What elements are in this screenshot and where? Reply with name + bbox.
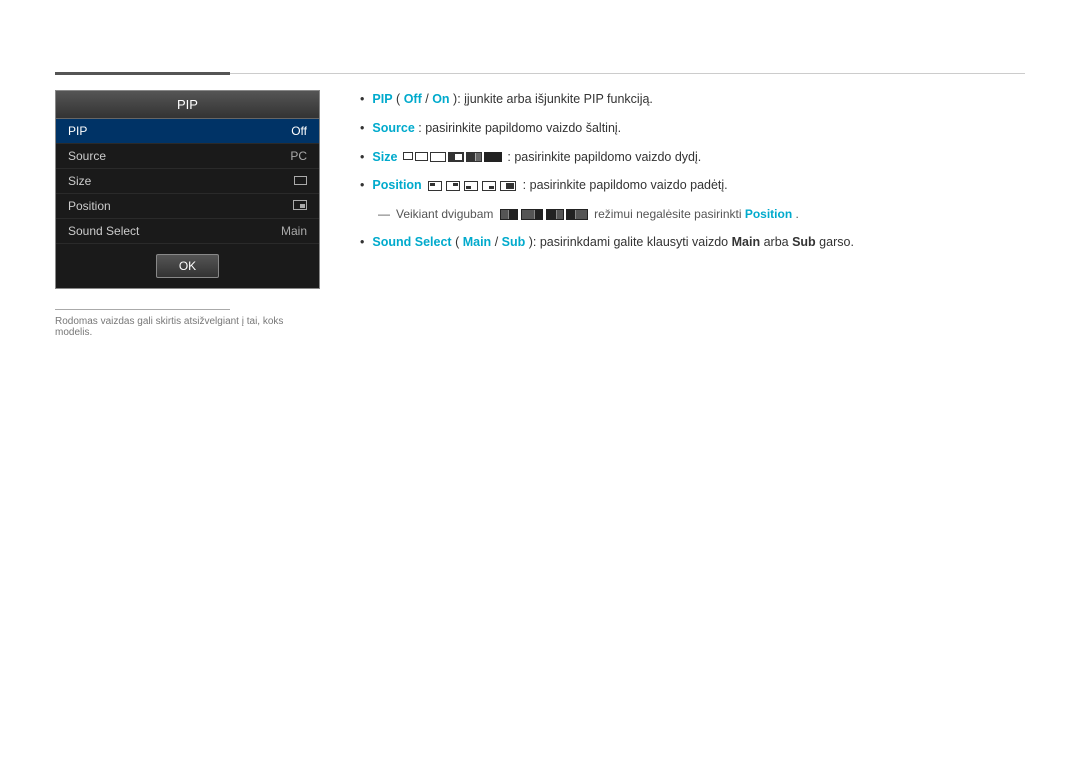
footnote-divider [55, 309, 230, 310]
list-item-sound-select: Sound Select ( Main / Sub ): pasirinkdam… [360, 233, 1025, 252]
ok-button[interactable]: OK [156, 254, 219, 278]
bullet-1-content: PIP ( Off / On ): įjunkite arba išjunkit… [372, 90, 653, 109]
menu-item-sound-select-label: Sound Select [68, 224, 139, 238]
size-icon-3 [430, 152, 446, 162]
pip-label: PIP [372, 92, 392, 106]
top-divider [55, 72, 1025, 75]
pip-menu: PIP PIP Off Source PC Size Position [55, 90, 320, 289]
position-ref-label: Position [745, 207, 792, 221]
right-panel: PIP ( Off / On ): įjunkite arba išjunkit… [360, 90, 1025, 262]
list-item-size: Size : pasi [360, 148, 1025, 167]
pos-icon-bl [464, 181, 478, 191]
menu-item-pip-value: Off [291, 124, 307, 138]
bullet-list-2: Sound Select ( Main / Sub ): pasirinkdam… [360, 233, 1025, 252]
menu-item-source-value: PC [290, 149, 307, 163]
double-mode-note: Veikiant dvigubam režimui negalės [378, 205, 1025, 223]
size-icon-1 [403, 152, 413, 160]
menu-item-source[interactable]: Source PC [56, 144, 319, 169]
list-item-pip: PIP ( Off / On ): įjunkite arba išjunkit… [360, 90, 1025, 109]
dash-note-content: Veikiant dvigubam režimui negalės [396, 205, 799, 223]
divider-thick [55, 72, 230, 75]
size-icon-2 [415, 152, 428, 161]
bullet-4-content: Position : pasirinkite papildomo vaizdo … [372, 176, 727, 195]
menu-item-size-label: Size [68, 174, 91, 188]
menu-item-sound-select-value: Main [281, 224, 307, 238]
bullet-3-content: Size : pasi [372, 148, 701, 167]
menu-item-position[interactable]: Position [56, 194, 319, 219]
menu-item-position-value [293, 199, 307, 213]
pos-icon-tl [428, 181, 442, 191]
double-icon-1 [500, 209, 518, 220]
double-icon-4 [566, 209, 588, 220]
menu-item-source-label: Source [68, 149, 106, 163]
pos-icon-tr [446, 181, 460, 191]
list-item-position: Position : pasirinkite papildomo vaizdo … [360, 176, 1025, 195]
double-icon-2 [521, 209, 543, 220]
menu-item-sound-select[interactable]: Sound Select Main [56, 219, 319, 244]
size-icon-6 [484, 152, 502, 162]
sub-text: Sub [792, 235, 816, 249]
bullet-6-content: Sound Select ( Main / Sub ): pasirinkdam… [372, 233, 854, 252]
footnote-text: Rodomas vaizdas gali skirtis atsižvelgia… [55, 316, 320, 338]
bullet-list: PIP ( Off / On ): įjunkite arba išjunkit… [360, 90, 1025, 195]
source-label: Source [372, 121, 414, 135]
sub-label: Sub [502, 235, 526, 249]
off-label: Off [404, 92, 422, 106]
pos-icon-br [482, 181, 496, 191]
page-container: PIP PIP Off Source PC Size Position [0, 0, 1080, 763]
double-mode-icons [500, 209, 588, 220]
size-icon-4 [448, 152, 464, 162]
menu-item-size[interactable]: Size [56, 169, 319, 194]
menu-item-pip[interactable]: PIP Off [56, 119, 319, 144]
on-label: On [432, 92, 449, 106]
menu-item-position-label: Position [68, 199, 111, 213]
ok-button-row: OK [56, 244, 319, 288]
double-icon-3 [546, 209, 564, 220]
sound-select-label: Sound Select [372, 235, 451, 249]
bullet-2-content: Source : pasirinkite papildomo vaizdo ša… [372, 119, 621, 138]
pip-menu-panel: PIP PIP Off Source PC Size Position [55, 90, 320, 338]
pip-menu-title: PIP [56, 91, 319, 119]
divider-thin [230, 73, 1025, 74]
main-label: Main [463, 235, 491, 249]
menu-item-pip-label: PIP [68, 124, 87, 138]
size-label: Size [372, 150, 397, 164]
size-icon-5 [466, 152, 482, 162]
pos-icon-side [500, 181, 516, 191]
list-item-source: Source : pasirinkite papildomo vaizdo ša… [360, 119, 1025, 138]
position-label: Position [372, 178, 421, 192]
size-icons [403, 152, 502, 162]
menu-item-size-value [294, 174, 307, 188]
position-icons [427, 181, 517, 191]
main-text: Main [732, 235, 760, 249]
